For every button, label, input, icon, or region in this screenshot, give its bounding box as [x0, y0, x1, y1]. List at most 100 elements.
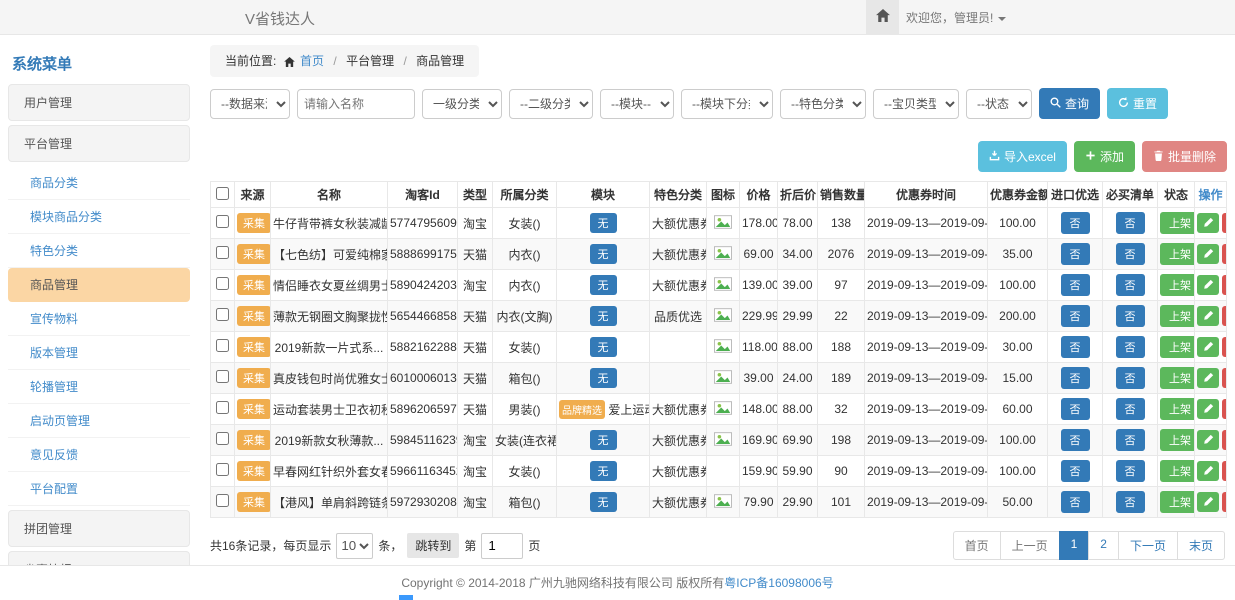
edit-button[interactable]: [1197, 399, 1219, 419]
delete-button[interactable]: [1222, 430, 1227, 450]
data-source-select[interactable]: --数据来源--: [210, 89, 290, 119]
sidebar-item-goods-category[interactable]: 商品分类: [8, 166, 190, 200]
import-select-toggle[interactable]: 否: [1061, 305, 1090, 327]
search-button[interactable]: 查询: [1039, 88, 1100, 119]
sidebar-item-platform-mgmt[interactable]: 平台管理: [8, 125, 190, 162]
row-checkbox[interactable]: [216, 401, 229, 414]
sidebar-item-promo-material[interactable]: 宣传物料: [8, 302, 190, 336]
edit-button[interactable]: [1197, 430, 1219, 450]
per-page-select[interactable]: 10: [336, 533, 373, 559]
status-button[interactable]: 上架: [1160, 398, 1195, 420]
import-select-toggle[interactable]: 否: [1061, 398, 1090, 420]
status-button[interactable]: 上架: [1160, 491, 1195, 513]
status-button[interactable]: 上架: [1160, 429, 1195, 451]
breadcrumb-home-link[interactable]: 首页: [300, 54, 324, 68]
delete-button[interactable]: [1222, 275, 1227, 295]
status-button[interactable]: 上架: [1160, 243, 1195, 265]
sidebar-item-version-mgmt[interactable]: 版本管理: [8, 336, 190, 370]
must-buy-toggle[interactable]: 否: [1116, 243, 1145, 265]
delete-button[interactable]: [1222, 337, 1227, 357]
import-select-toggle[interactable]: 否: [1061, 367, 1090, 389]
import-select-toggle[interactable]: 否: [1061, 212, 1090, 234]
sidebar-item-module-goods-category[interactable]: 模块商品分类: [8, 200, 190, 234]
sidebar-item-user-mgmt[interactable]: 用户管理: [8, 84, 190, 121]
sidebar-item-group-buy-mgmt[interactable]: 拼团管理: [8, 510, 190, 547]
pager-first[interactable]: 首页: [953, 531, 1001, 560]
must-buy-toggle[interactable]: 否: [1116, 367, 1145, 389]
add-button[interactable]: 添加: [1074, 141, 1135, 172]
import-select-toggle[interactable]: 否: [1061, 429, 1090, 451]
row-checkbox[interactable]: [216, 370, 229, 383]
row-checkbox[interactable]: [216, 339, 229, 352]
import-select-toggle[interactable]: 否: [1061, 336, 1090, 358]
sidebar-item-feature-category[interactable]: 特色分类: [8, 234, 190, 268]
must-buy-toggle[interactable]: 否: [1116, 398, 1145, 420]
feature-category-select[interactable]: --特色分类--: [780, 89, 866, 119]
pager-prev[interactable]: 上一页: [1000, 531, 1060, 560]
edit-button[interactable]: [1197, 275, 1219, 295]
page-number-input[interactable]: [481, 533, 523, 559]
status-button[interactable]: 上架: [1160, 305, 1195, 327]
delete-button[interactable]: [1222, 492, 1227, 512]
level2-category-select[interactable]: --二级分类--: [509, 89, 593, 119]
row-checkbox[interactable]: [216, 463, 229, 476]
module-select[interactable]: --模块--: [600, 89, 674, 119]
pager-next[interactable]: 下一页: [1118, 531, 1178, 560]
jump-button[interactable]: 跳转到: [407, 533, 459, 558]
status-button[interactable]: 上架: [1160, 212, 1195, 234]
user-menu[interactable]: 欢迎您，管理员!: [906, 9, 1006, 26]
sidebar-item-goods-mgmt-active[interactable]: 商品管理: [8, 268, 190, 302]
level1-category-select[interactable]: 一级分类: [422, 89, 502, 119]
icp-link[interactable]: 粤ICP备16098006号: [724, 576, 833, 590]
must-buy-toggle[interactable]: 否: [1116, 212, 1145, 234]
status-button[interactable]: 上架: [1160, 367, 1195, 389]
must-buy-toggle[interactable]: 否: [1116, 305, 1145, 327]
must-buy-toggle[interactable]: 否: [1116, 429, 1145, 451]
row-checkbox[interactable]: [216, 246, 229, 259]
row-checkbox[interactable]: [216, 215, 229, 228]
home-button[interactable]: [866, 0, 899, 34]
edit-button[interactable]: [1197, 337, 1219, 357]
edit-button[interactable]: [1197, 461, 1219, 481]
must-buy-toggle[interactable]: 否: [1116, 491, 1145, 513]
module-sub-select[interactable]: --模块下分类--: [681, 89, 773, 119]
delete-button[interactable]: [1222, 213, 1227, 233]
pager-page-1[interactable]: 1: [1059, 531, 1090, 560]
edit-button[interactable]: [1197, 368, 1219, 388]
reset-button[interactable]: 重置: [1107, 88, 1168, 119]
import-select-toggle[interactable]: 否: [1061, 274, 1090, 296]
delete-button[interactable]: [1222, 399, 1227, 419]
row-checkbox[interactable]: [216, 277, 229, 290]
sidebar-item-carousel-mgmt[interactable]: 轮播管理: [8, 370, 190, 404]
edit-button[interactable]: [1197, 244, 1219, 264]
import-select-toggle[interactable]: 否: [1061, 460, 1090, 482]
status-button[interactable]: 上架: [1160, 336, 1195, 358]
sidebar-item-splash-mgmt[interactable]: 启动页管理: [8, 404, 190, 438]
must-buy-toggle[interactable]: 否: [1116, 336, 1145, 358]
sidebar-item-savings-express[interactable]: 省惠快报: [8, 551, 190, 565]
status-button[interactable]: 上架: [1160, 274, 1195, 296]
row-checkbox[interactable]: [216, 432, 229, 445]
pager-page-2[interactable]: 2: [1088, 531, 1119, 560]
select-all-checkbox[interactable]: [216, 187, 229, 200]
delete-button[interactable]: [1222, 368, 1227, 388]
status-button[interactable]: 上架: [1160, 460, 1195, 482]
import-excel-button[interactable]: 导入excel: [978, 141, 1067, 172]
edit-button[interactable]: [1197, 492, 1219, 512]
name-search-input[interactable]: [297, 89, 415, 119]
edit-button[interactable]: [1197, 306, 1219, 326]
must-buy-toggle[interactable]: 否: [1116, 274, 1145, 296]
must-buy-toggle[interactable]: 否: [1116, 460, 1145, 482]
delete-button[interactable]: [1222, 461, 1227, 481]
item-type-select[interactable]: --宝贝类型--: [873, 89, 959, 119]
delete-button[interactable]: [1222, 306, 1227, 326]
delete-button[interactable]: [1222, 244, 1227, 264]
import-select-toggle[interactable]: 否: [1061, 243, 1090, 265]
row-checkbox[interactable]: [216, 308, 229, 321]
row-checkbox[interactable]: [216, 494, 229, 507]
batch-delete-button[interactable]: 批量删除: [1142, 141, 1227, 172]
sidebar-item-feedback[interactable]: 意见反馈: [8, 438, 190, 472]
pager-last[interactable]: 末页: [1177, 531, 1225, 560]
edit-button[interactable]: [1197, 213, 1219, 233]
import-select-toggle[interactable]: 否: [1061, 491, 1090, 513]
